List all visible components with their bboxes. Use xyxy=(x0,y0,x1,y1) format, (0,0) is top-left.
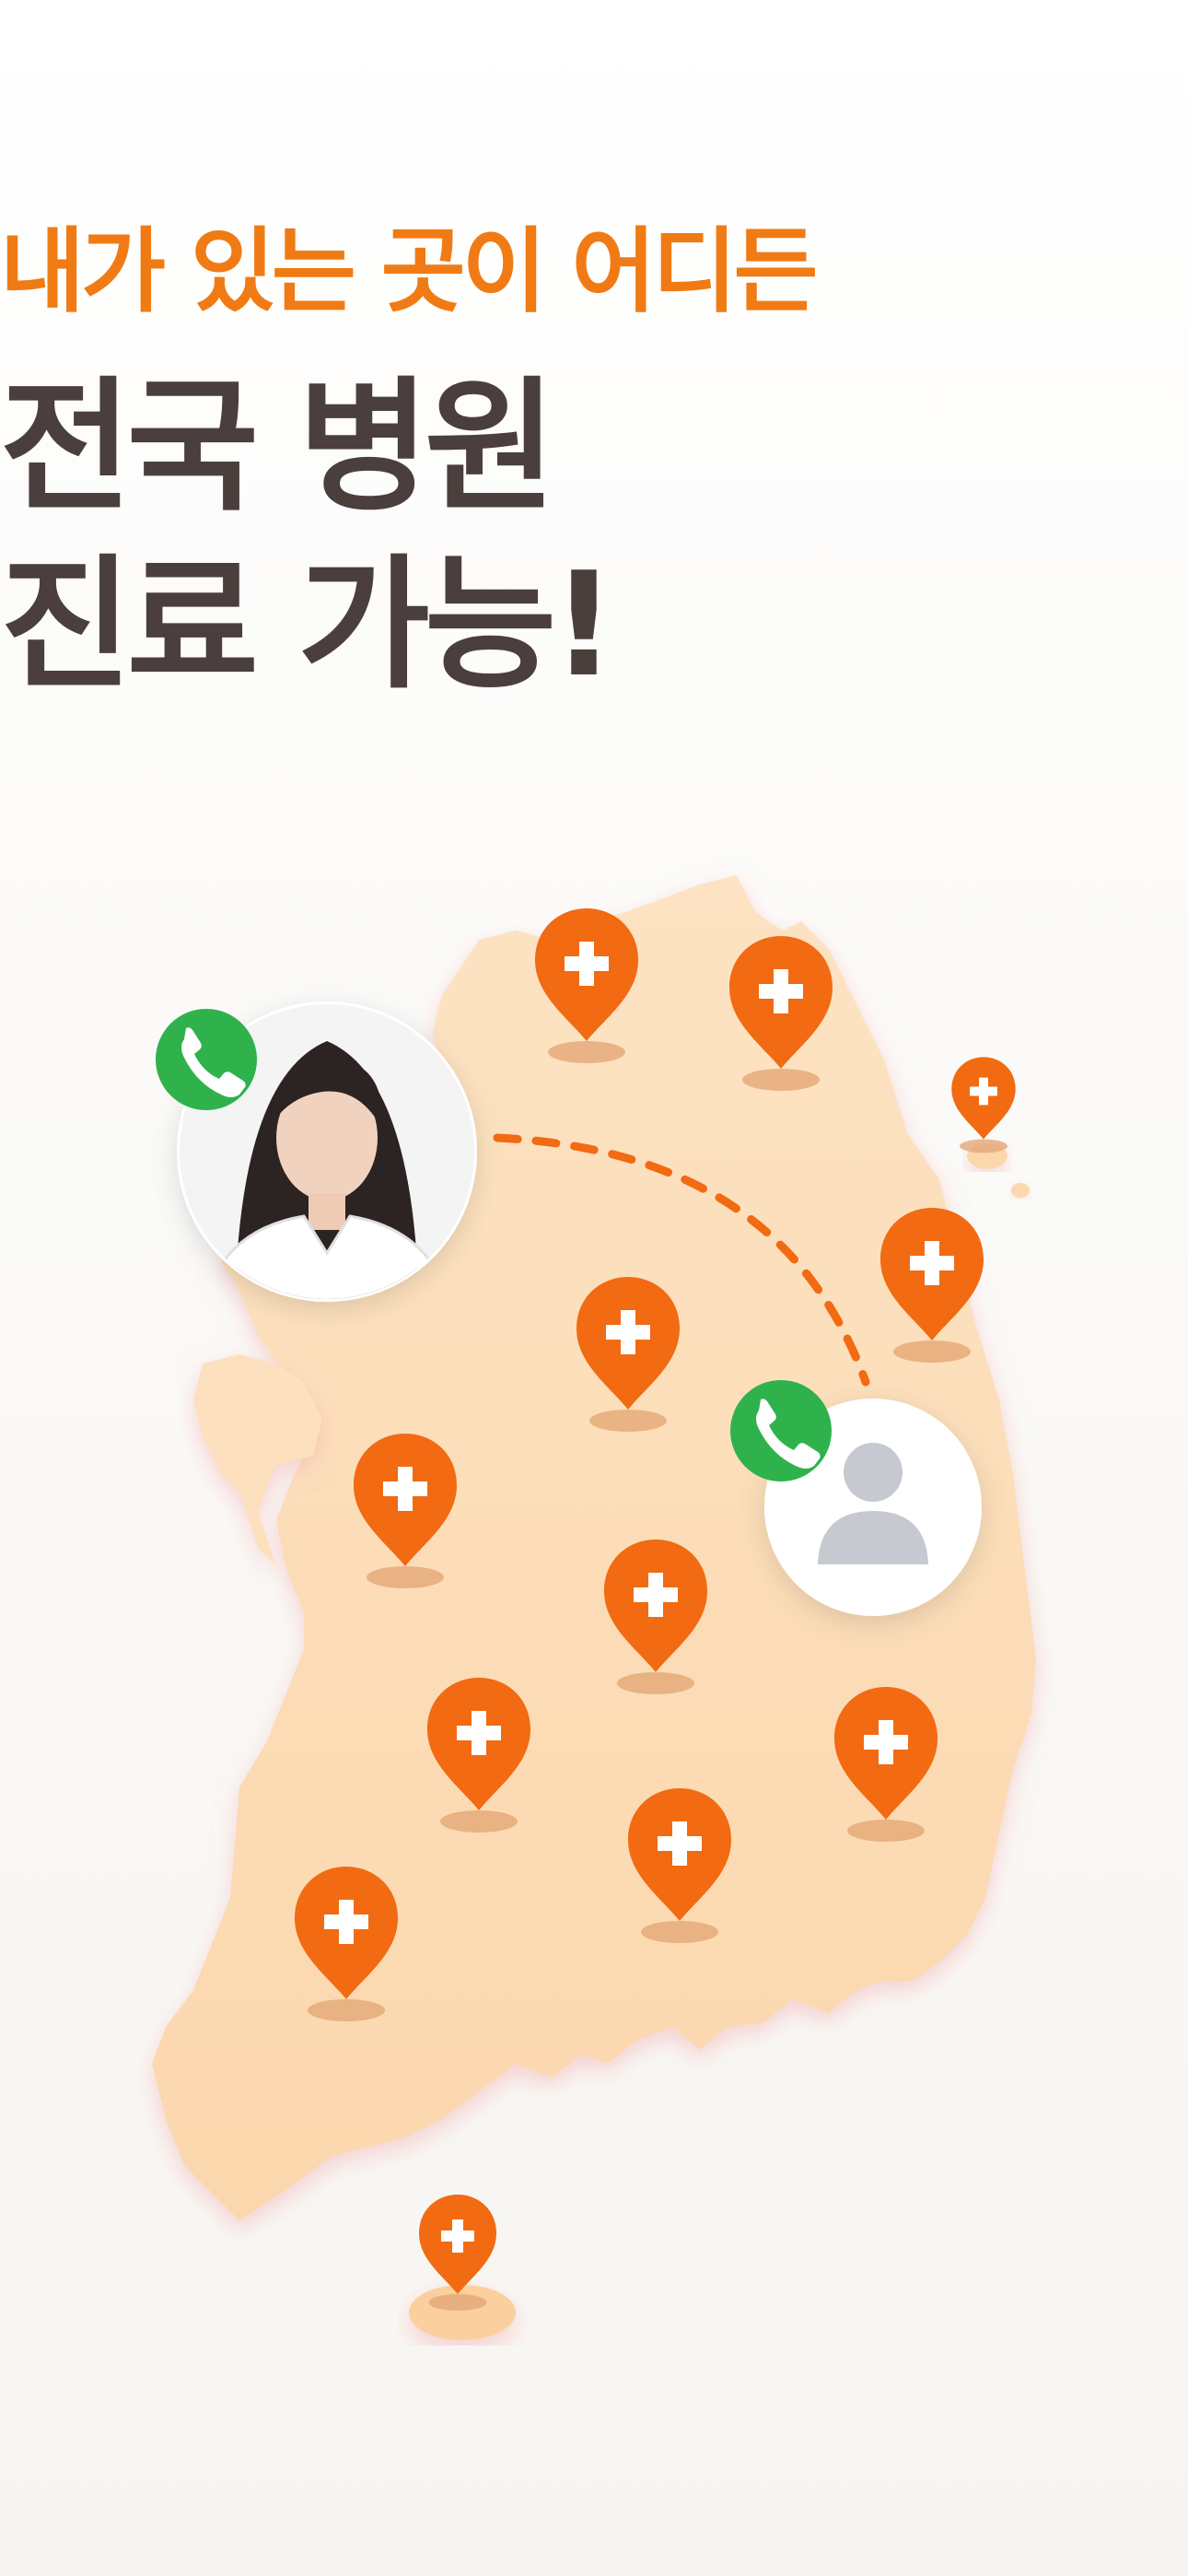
patient-phone-icon xyxy=(730,1380,832,1481)
dokdo-island xyxy=(1011,1183,1030,1198)
doctor-phone-icon xyxy=(156,1009,257,1110)
korea-map-illustration xyxy=(152,875,1036,2340)
jeju-island xyxy=(409,2285,516,2340)
hospital-pin-icon xyxy=(951,1057,1016,1153)
